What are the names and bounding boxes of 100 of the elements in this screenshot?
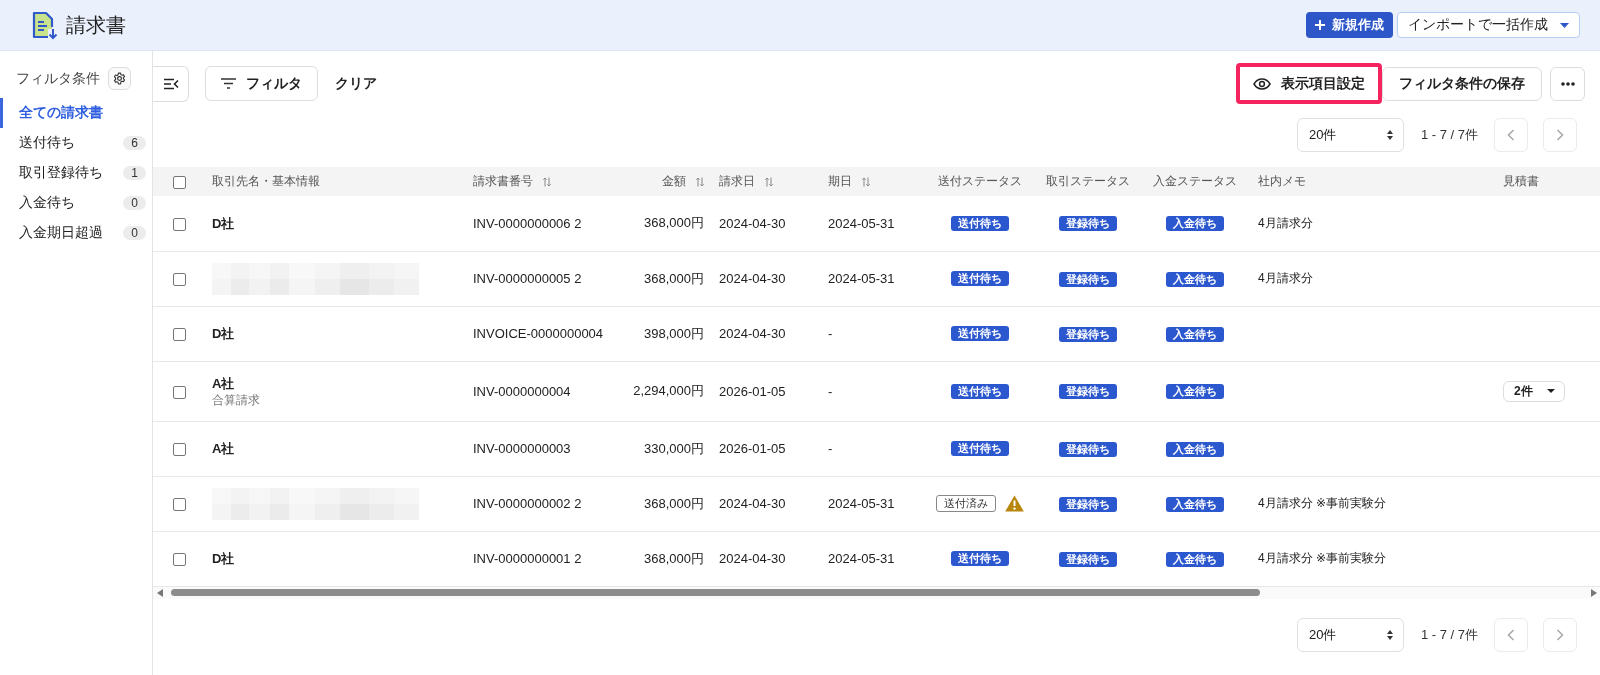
issue-date: 2024-04-30 <box>719 326 786 341</box>
status-badge: 送付待ち <box>951 383 1009 399</box>
due-date: 2024-05-31 <box>828 215 895 231</box>
select-arrows-icon <box>1386 130 1393 140</box>
column-settings-button[interactable]: 表示項目設定 <box>1236 63 1382 104</box>
row-checkbox[interactable] <box>173 273 186 287</box>
page-size-select[interactable]: 20件 <box>1296 617 1404 652</box>
menu-collapse-icon <box>162 77 179 90</box>
chevron-left-icon <box>1507 129 1515 141</box>
amount: 368,000円 <box>644 270 704 286</box>
settings-button[interactable] <box>108 67 131 90</box>
clear-button[interactable]: クリア <box>335 66 377 101</box>
due-date: - <box>828 326 833 341</box>
status-badge: 入金待ち <box>1166 384 1224 399</box>
sidebar-item[interactable]: 取引登録待ち 1 <box>0 158 152 188</box>
issue-date: 2026-01-05 <box>719 441 786 456</box>
page-range-text: 1 - 7 / 7件 <box>1420 625 1478 644</box>
sidebar-item[interactable]: 入金期日超過 0 <box>0 218 152 248</box>
column-header: 取引先名・基本情報 <box>212 173 320 190</box>
chevron-right-icon <box>1556 628 1564 641</box>
status-badge: 登録待ち <box>1059 326 1117 342</box>
amount: 368,000円 <box>644 550 704 566</box>
row-checkbox[interactable] <box>173 498 186 512</box>
sort-icon <box>765 176 773 187</box>
invoice-number: INV-0000000006 2 <box>473 215 582 231</box>
import-dropdown[interactable]: インポートで一括作成 <box>1397 12 1580 38</box>
column-header: 見積書 <box>1503 173 1539 190</box>
count-badge: 1 <box>123 166 146 180</box>
issue-date: 2024-04-30 <box>719 496 786 511</box>
client-name: D社 <box>212 550 236 567</box>
estimate-dropdown[interactable]: 2件 <box>1503 380 1565 402</box>
status-badge: 入金待ち <box>1166 271 1224 287</box>
status-badge: 入金待ち <box>1166 326 1224 342</box>
amount: 398,000円 <box>644 325 704 341</box>
more-button[interactable] <box>1550 66 1585 101</box>
status-badge: 入金待ち <box>1166 551 1224 567</box>
invoice-number: INVOICE-0000000004 <box>473 326 604 341</box>
amount: 2,294,000円 <box>633 383 704 398</box>
status-badge: 入金待ち <box>1166 216 1224 232</box>
invoice-number: INV-0000000002 2 <box>473 496 582 511</box>
save-filter-button[interactable]: フィルタ条件の保存 <box>1382 66 1542 101</box>
amount: 330,000円 <box>644 440 704 456</box>
client-note: 合算請求 <box>212 391 261 408</box>
select-all-checkbox[interactable] <box>173 175 186 189</box>
row-checkbox[interactable] <box>173 553 186 567</box>
issue-date: 2024-04-30 <box>719 551 786 566</box>
row-checkbox[interactable] <box>173 385 186 399</box>
status-badge: 入金待ち <box>1166 441 1224 457</box>
count-badge: 0 <box>123 226 146 240</box>
row-checkbox[interactable] <box>173 328 186 342</box>
due-date: 2024-05-31 <box>828 271 895 286</box>
caret-icon <box>1546 389 1555 393</box>
caret-icon <box>1560 22 1569 28</box>
due-date: - <box>828 441 833 456</box>
status-badge: 登録待ち <box>1059 271 1117 287</box>
row-checkbox[interactable] <box>173 443 186 457</box>
invoice-number: INV-0000000005 2 <box>473 271 582 286</box>
status-badge: 送付待ち <box>951 551 1009 566</box>
issue-date: 2026-01-05 <box>719 383 786 399</box>
filter-icon <box>221 78 236 89</box>
page-title: 請求書 <box>66 12 126 38</box>
count-badge: 0 <box>123 196 146 210</box>
status-badge: 送付待ち <box>951 215 1009 231</box>
memo-text: 4月請求分 ※事前実験分 <box>1258 496 1387 510</box>
row-checkbox[interactable] <box>173 217 186 231</box>
column-header[interactable]: 金額 <box>662 173 704 190</box>
column-header[interactable]: 期日 <box>828 173 870 190</box>
scrollbar-thumb[interactable] <box>171 589 1260 596</box>
scroll-left-icon[interactable] <box>157 588 163 597</box>
sidebar-item[interactable]: 送付待ち 6 <box>0 128 152 158</box>
column-header: 送付ステータス <box>938 173 1022 190</box>
issue-date: 2024-04-30 <box>719 271 786 286</box>
filter-button[interactable]: フィルタ <box>205 66 318 101</box>
due-date: 2024-05-31 <box>828 551 895 566</box>
sort-icon <box>696 176 704 187</box>
column-header[interactable]: 請求書番号 <box>473 173 551 190</box>
sidebar-item[interactable]: 入金待ち 0 <box>0 188 152 218</box>
amount: 368,000円 <box>644 495 704 511</box>
client-name: A社 <box>212 374 236 392</box>
client-name: D社 <box>212 325 236 342</box>
collapse-sidebar-button[interactable] <box>153 65 189 102</box>
amount: 368,000円 <box>644 215 704 231</box>
column-header[interactable]: 請求日 <box>719 173 773 190</box>
status-badge: 登録待ち <box>1059 551 1117 567</box>
scroll-right-icon[interactable] <box>1591 588 1597 597</box>
sort-icon <box>862 176 870 187</box>
client-name: A社 <box>212 440 236 457</box>
memo-text: 4月請求分 <box>1258 271 1313 285</box>
column-header: 社内メモ <box>1258 173 1306 190</box>
count-badge: 6 <box>123 136 146 150</box>
status-badge: 登録待ち <box>1059 216 1117 232</box>
page-size-select[interactable]: 20件 <box>1296 118 1404 152</box>
client-name: D社 <box>212 214 236 232</box>
chevron-right-icon <box>1556 129 1564 141</box>
status-badge: 送付待ち <box>951 271 1009 286</box>
sidebar-item[interactable]: 全ての請求書 <box>0 98 152 128</box>
more-icon <box>1560 81 1575 86</box>
column-header: 入金ステータス <box>1153 173 1237 190</box>
create-button[interactable]: 新規作成 <box>1306 12 1393 38</box>
status-badge: 登録待ち <box>1059 441 1117 457</box>
